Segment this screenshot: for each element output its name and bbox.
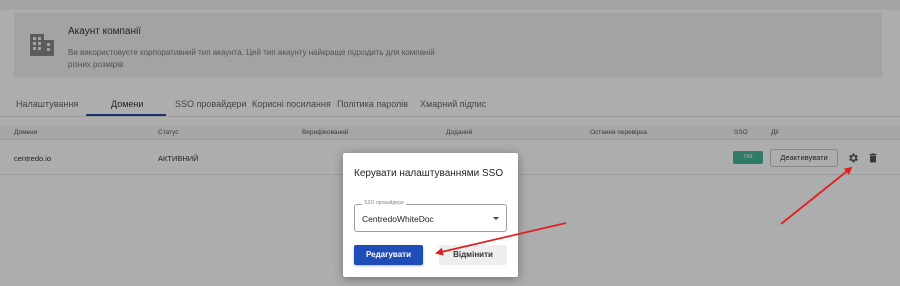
arrow-to-gear-icon	[780, 166, 853, 225]
arrow-to-edit-button	[435, 222, 567, 256]
annotation-arrows	[435, 166, 853, 256]
